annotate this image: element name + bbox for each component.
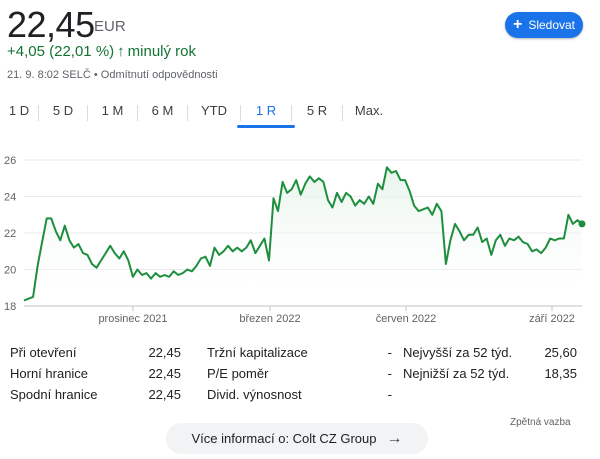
tab-5r[interactable]: 5 R [292, 100, 342, 124]
y-tick-label: 26 [4, 155, 16, 167]
stat-label-low: Spodní hranice [10, 387, 98, 402]
stat-value-low: 22,45 [148, 387, 181, 402]
y-tick-label: 24 [4, 192, 16, 204]
tab-6m[interactable]: 6 M [138, 100, 187, 124]
tab-ytd[interactable]: YTD [188, 100, 240, 124]
x-tick-label: prosinec 2021 [98, 313, 167, 325]
follow-button[interactable]: + Sledovat [505, 12, 583, 38]
stat-label-open: Při otevření [10, 345, 77, 360]
stat-label-52w-high: Nejvyšší za 52 týd. [403, 345, 513, 360]
price-chart[interactable]: 18 20 22 24 26 prosinec 2021 březen 2022 červe… [0, 146, 600, 332]
price-change: +4,05 (22,01 %) [7, 43, 115, 60]
disclaimer-link[interactable]: Odmítnutí odpovědnosti [101, 69, 218, 81]
x-tick-label: březen 2022 [239, 313, 300, 325]
arrow-up-icon: ↑ [117, 43, 125, 60]
quote-meta: 21. 9. 8:02 SELČ • Odmítnutí odpovědnost… [7, 69, 218, 81]
more-info-label: Více informací o: Colt CZ Group [191, 431, 377, 446]
bullet-separator: • [93, 69, 101, 81]
stat-label-pe: P/E poměr [207, 366, 269, 381]
stat-value-dividend: - [387, 387, 392, 402]
follow-button-label: Sledovat [528, 18, 576, 32]
y-tick-label: 20 [4, 265, 16, 277]
more-info-button[interactable]: Více informací o: Colt CZ Group → [166, 423, 428, 454]
x-axis: prosinec 2021 březen 2022 červen 2022 září … [98, 306, 575, 325]
change-period: minulý rok [127, 43, 197, 60]
x-tick-label: červen 2022 [376, 313, 437, 325]
stat-label-market-cap: Tržní kapitalizace [207, 345, 308, 360]
y-axis-labels: 18 20 22 24 26 [4, 155, 16, 313]
stat-value-pe: - [387, 366, 392, 381]
timestamp: 21. 9. 8:02 SELČ [7, 69, 91, 81]
stat-label-high: Horní hranice [10, 366, 89, 381]
stat-value-high: 22,45 [148, 366, 181, 381]
stat-value-open: 22,45 [148, 345, 181, 360]
price-change-row: +4,05 (22,01 %) ↑ minulý rok [7, 43, 196, 60]
currency-label: EUR [94, 18, 126, 35]
tab-max[interactable]: Max. [343, 100, 395, 124]
arrow-right-icon: → [386, 429, 403, 447]
y-tick-label: 18 [4, 301, 16, 313]
stat-label-52w-low: Nejnižší za 52 týd. [403, 366, 510, 381]
stat-value-market-cap: - [387, 345, 392, 360]
plus-icon: + [512, 16, 523, 33]
tab-1d[interactable]: 1 D [0, 100, 38, 124]
tab-1m[interactable]: 1 M [88, 100, 137, 124]
tab-1r[interactable]: 1 R [237, 100, 295, 128]
time-range-tabs: 1 D 5 D 1 M 6 M YTD 1 R 5 R Max. [0, 100, 395, 128]
y-tick-label: 22 [4, 228, 16, 240]
x-tick-label: září 2022 [529, 313, 575, 325]
feedback-link[interactable]: Zpětná vazba [510, 417, 571, 428]
chart-current-point [578, 220, 586, 228]
stat-value-52w-low: 18,35 [544, 366, 577, 381]
stat-value-52w-high: 25,60 [544, 345, 577, 360]
stat-label-dividend: Divid. výnosnost [207, 387, 302, 402]
price-value: 22,45 [7, 4, 95, 45]
tab-5d[interactable]: 5 D [39, 100, 87, 124]
